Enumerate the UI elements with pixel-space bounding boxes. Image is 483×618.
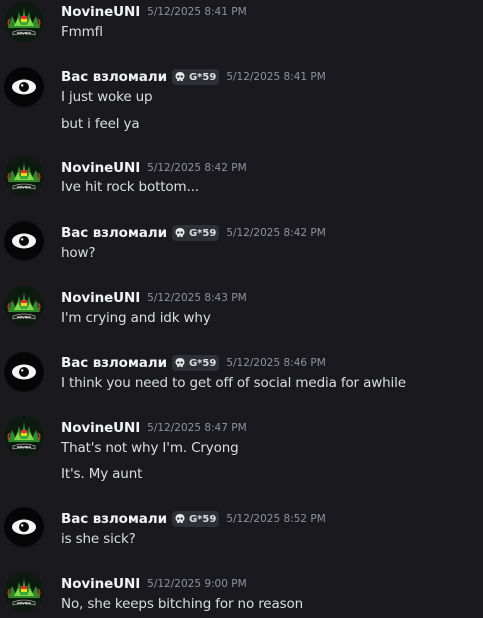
novine-avatar[interactable]: NOVINA <box>4 156 44 196</box>
message-text: is she sick? <box>61 531 136 547</box>
skull-icon <box>175 358 185 367</box>
message-timestamp: 5/12/2025 8:42 PM <box>147 162 247 174</box>
message-timestamp: 5/12/2025 8:43 PM <box>147 292 247 304</box>
message-author[interactable]: Вас взломали <box>61 225 167 241</box>
message-author[interactable]: NovineUNI <box>61 576 140 592</box>
novine-avatar[interactable]: NOVINA <box>4 416 44 456</box>
svg-text:NOVINA: NOVINA <box>17 316 32 320</box>
message-author[interactable]: Вас взломали <box>61 69 167 85</box>
server-tag[interactable]: G*59 <box>171 225 220 241</box>
eye-avatar-image <box>4 507 44 547</box>
message-text: but i feel ya <box>61 116 140 132</box>
message-timestamp: 5/12/2025 8:41 PM <box>226 71 326 83</box>
eye-avatar[interactable] <box>4 352 44 392</box>
message-timestamp: 5/12/2025 8:47 PM <box>147 422 247 434</box>
skull-icon <box>175 514 185 523</box>
message-timestamp: 5/12/2025 8:52 PM <box>226 513 326 525</box>
server-tag[interactable]: G*59 <box>171 355 220 371</box>
server-tag[interactable]: G*59 <box>171 69 220 85</box>
message-text: I think you need to get off of social me… <box>61 375 406 391</box>
novine-avatar-image: NOVINA <box>4 416 44 456</box>
message-text: Fmmfl <box>61 24 103 40</box>
message-author[interactable]: NovineUNI <box>61 420 140 436</box>
svg-text:NOVINA: NOVINA <box>17 186 32 190</box>
server-tag-label: G*59 <box>188 71 217 83</box>
message-text: I just woke up <box>61 89 153 105</box>
eye-avatar-image <box>4 352 44 392</box>
server-tag-label: G*59 <box>188 227 217 239</box>
message-text: It's. My aunt <box>61 466 143 482</box>
eye-avatar[interactable] <box>4 507 44 547</box>
server-tag-label: G*59 <box>188 513 217 525</box>
message-text: I'm crying and idk why <box>61 310 211 326</box>
eye-avatar[interactable] <box>4 67 44 107</box>
message-text: No, she keeps bitching for no reason <box>61 596 303 612</box>
message-author[interactable]: NovineUNI <box>61 160 140 176</box>
svg-text:NOVINA: NOVINA <box>17 602 32 606</box>
message-text: how? <box>61 245 96 261</box>
novine-avatar[interactable]: NOVINA <box>4 286 44 326</box>
message-timestamp: 5/12/2025 8:46 PM <box>226 357 326 369</box>
message-timestamp: 5/12/2025 9:00 PM <box>147 578 247 590</box>
novine-avatar-image: NOVINA <box>4 156 44 196</box>
server-tag-label: G*59 <box>188 357 217 369</box>
message-timestamp: 5/12/2025 8:42 PM <box>226 227 326 239</box>
message-author[interactable]: NovineUNI <box>61 4 140 20</box>
novine-avatar-image: NOVINA <box>4 2 44 42</box>
skull-icon <box>175 72 185 81</box>
novine-avatar-image: NOVINA <box>4 286 44 326</box>
eye-avatar-image <box>4 221 44 261</box>
message-author[interactable]: NovineUNI <box>61 290 140 306</box>
novine-avatar-image: NOVINA <box>4 572 44 612</box>
svg-text:NOVINA: NOVINA <box>17 32 32 36</box>
skull-icon <box>175 228 185 237</box>
message-author[interactable]: Вас взломали <box>61 355 167 371</box>
svg-text:NOVINA: NOVINA <box>17 446 32 450</box>
server-tag[interactable]: G*59 <box>171 511 220 527</box>
eye-avatar[interactable] <box>4 221 44 261</box>
novine-avatar[interactable]: NOVINA <box>4 2 44 42</box>
eye-avatar-image <box>4 67 44 107</box>
message-author[interactable]: Вас взломали <box>61 511 167 527</box>
message-text: That's not why I'm. Cryong <box>61 440 239 456</box>
novine-avatar[interactable]: NOVINA <box>4 572 44 612</box>
message-timestamp: 5/12/2025 8:41 PM <box>147 6 247 18</box>
message-text: Ive hit rock bottom... <box>61 179 199 195</box>
